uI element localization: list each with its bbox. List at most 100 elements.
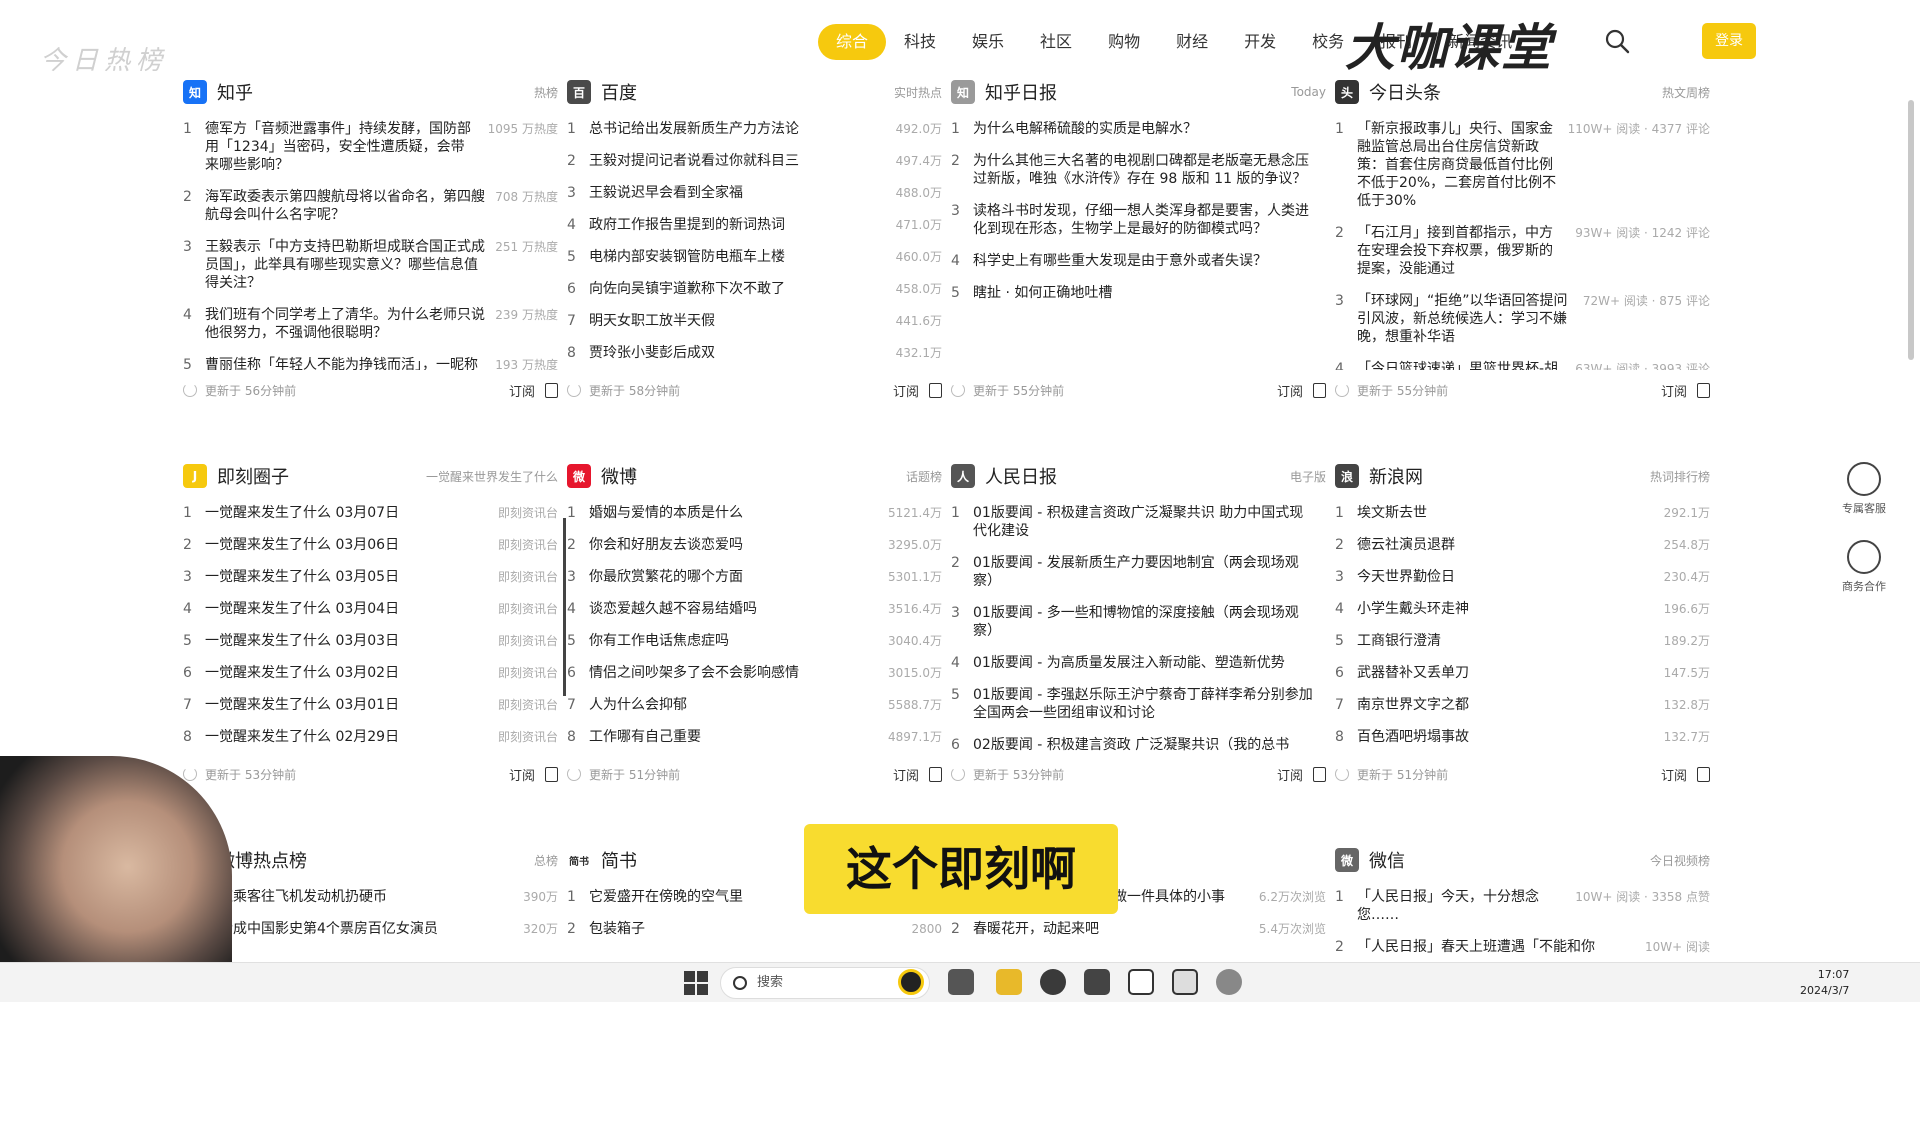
list-item[interactable]: 6 02版要闻 - 积极建言资政 广泛凝聚共识（我的总书 <box>951 736 1326 754</box>
list-item[interactable]: 5 一觉醒来发生了什么 03月03日 即刻资讯台 <box>183 632 558 650</box>
item-title-link[interactable]: 小学生戴头环走神 <box>1357 600 1654 618</box>
refresh-icon[interactable] <box>1335 383 1349 397</box>
notepad-icon[interactable] <box>1172 969 1198 995</box>
document-icon[interactable] <box>1313 382 1326 398</box>
start-menu-icon[interactable] <box>684 971 708 995</box>
nav-tab-finance[interactable]: 财经 <box>1158 24 1226 60</box>
list-item[interactable]: 3 一觉醒来发生了什么 03月05日 即刻资讯台 <box>183 568 558 586</box>
item-title-link[interactable]: 「环球网」“拒绝”以华语回答提问引风波，新总统候选人：学习不嫌晚，想重补华语 <box>1357 292 1573 346</box>
item-title-link[interactable]: 一觉醒来发生了什么 03月03日 <box>205 632 488 650</box>
document-icon[interactable] <box>929 766 942 782</box>
item-title-link[interactable]: 一觉醒来发生了什么 03月01日 <box>205 696 488 714</box>
item-title-link[interactable]: 我们班有个同学考上了清华。为什么老师只说他很努力，不强调他很聪明？ <box>205 306 485 342</box>
item-title-link[interactable]: 明天女职工放半天假 <box>589 312 886 330</box>
item-title-link[interactable]: 王毅表示「中方支持巴勒斯坦成联合国正式成员国」，此举具有哪些现实意义？哪些信息值… <box>205 238 485 292</box>
site-brand[interactable]: 今日热榜 <box>40 40 168 77</box>
item-title-link[interactable]: 情侣之间吵架多了会不会影响感情 <box>589 664 878 682</box>
list-item[interactable]: 2 你会和好朋友去谈恋爱吗 3295.0万 <box>567 536 942 554</box>
item-title-link[interactable]: 工作哪有自己重要 <box>589 728 878 746</box>
item-title-link[interactable]: 一觉醒来发生了什么 03月06日 <box>205 536 488 554</box>
file-explorer-icon[interactable] <box>996 969 1022 995</box>
refresh-icon[interactable] <box>567 767 581 781</box>
list-item[interactable]: 1 为什么电解稀硫酸的实质是电解水？ <box>951 120 1326 138</box>
list-item[interactable]: 4 「今日篮球速递」男篮世界杯-胡金秋20分率队以17:7 中国力克日本取胜 63W… <box>1335 360 1710 370</box>
item-title-link[interactable]: 读格斗书时发现，仔细一想人类浑身都是要害，人类进化到现在形态，生物学上是最好的防… <box>973 202 1316 238</box>
login-button[interactable]: 登录 <box>1702 23 1756 59</box>
item-title-link[interactable]: 总书记给出发展新质生产力方法论 <box>589 120 886 138</box>
item-title-link[interactable]: 一觉醒来发生了什么 02月29日 <box>205 728 488 746</box>
subscribe-button[interactable]: 订阅 <box>1661 381 1687 400</box>
list-item[interactable]: 6 一觉醒来发生了什么 03月02日 即刻资讯台 <box>183 664 558 682</box>
document-icon[interactable] <box>1313 766 1326 782</box>
list-item[interactable]: 1 埃文斯去世 292.1万 <box>1335 504 1710 522</box>
item-title-link[interactable]: 你有工作电话焦虑症吗 <box>589 632 878 650</box>
item-title-link[interactable]: 科学史上有哪些重大发现是由于意外或者失误？ <box>973 252 1316 270</box>
item-title-link[interactable]: 一觉醒来发生了什么 03月07日 <box>205 504 488 522</box>
list-item[interactable]: 3 你最欣赏繁花的哪个方面 5301.1万 <box>567 568 942 586</box>
item-title-link[interactable]: 工商银行澄清 <box>1357 632 1654 650</box>
item-title-link[interactable]: 婚姻与爱情的本质是什么 <box>589 504 878 522</box>
refresh-icon[interactable] <box>1335 767 1349 781</box>
browser-icon[interactable] <box>1040 969 1066 995</box>
list-item[interactable]: 2贾玲成中国影史第4个票房百亿女演员320万 <box>183 920 558 938</box>
item-title-link[interactable]: 埃文斯去世 <box>1357 504 1654 522</box>
list-item[interactable]: 4 我们班有个同学考上了清华。为什么老师只说他很努力，不强调他很聪明？ 239 万热… <box>183 306 558 342</box>
item-title-link[interactable]: 「石江月」接到首都指示，中方在安理会投下弃权票，俄罗斯的提案，没能通过 <box>1357 224 1565 278</box>
item-title-link[interactable]: 政府工作报告里提到的新词热词 <box>589 216 886 234</box>
page-scrollbar[interactable] <box>1908 100 1914 360</box>
item-title-link[interactable]: 「新京报政事儿」央行、国家金融监管总局出台住房信贷新政策：首套住房商贷最低首付比… <box>1357 120 1558 210</box>
task-view-icon[interactable] <box>948 969 974 995</box>
card-title[interactable]: 百度 <box>601 79 894 105</box>
subscribe-button[interactable]: 订阅 <box>893 381 919 400</box>
card-title[interactable]: 今日头条 <box>1369 79 1662 105</box>
business-widget[interactable]: 商务合作 <box>1832 540 1896 594</box>
list-item[interactable]: 2 海军政委表示第四艘航母将以省命名，第四艘航母会叫什么名字呢？ 708 万热度 <box>183 188 558 224</box>
item-title-link[interactable]: 你会和好朋友去谈恋爱吗 <box>589 536 878 554</box>
list-item[interactable]: 1 婚姻与爱情的本质是什么 5121.4万 <box>567 504 942 522</box>
list-item[interactable]: 5 电梯内部安装钢管防电瓶车上楼 460.0万 <box>567 248 942 266</box>
item-title-link[interactable]: 曹丽佳称「年轻人不能为挣钱而活」，一昵称 <box>205 356 485 370</box>
list-item[interactable]: 4 科学史上有哪些重大发现是由于意外或者失误？ <box>951 252 1326 270</box>
item-title-link[interactable]: 南京世界文字之都 <box>1357 696 1654 714</box>
item-title-link[interactable]: 贾玲张小斐彭后成双 <box>589 344 886 362</box>
list-item[interactable]: 7 人为什么会抑郁 5588.7万 <box>567 696 942 714</box>
item-title-link[interactable]: 德云社演员退群 <box>1357 536 1654 554</box>
list-item[interactable]: 2 为什么其他三大名著的电视剧口碑都是老版毫无悬念压过新版，唯独《水浒传》存在 9… <box>951 152 1326 188</box>
item-title-link[interactable]: 贾玲成中国影史第4个票房百亿女演员 <box>205 920 513 938</box>
list-item[interactable]: 3 王毅说迟早会看到全家福 488.0万 <box>567 184 942 202</box>
item-title-link[interactable]: 今天世界勤俭日 <box>1357 568 1654 586</box>
item-title-link[interactable]: 01版要闻 - 发展新质生产力要因地制宜（两会现场观察） <box>973 554 1316 590</box>
item-title-link[interactable]: 一觉醒来发生了什么 03月02日 <box>205 664 488 682</box>
list-item[interactable]: 2 春暖花开，动起来吧 5.4万次浏览 <box>951 920 1326 938</box>
list-item[interactable]: 4 01版要闻 - 为高质量发展注入新动能、塑造新优势 <box>951 654 1326 672</box>
subscribe-button[interactable]: 订阅 <box>893 765 919 784</box>
item-title-link[interactable]: 春暖花开，动起来吧 <box>973 920 1249 938</box>
item-title-link[interactable]: 包装箱子 <box>589 920 901 938</box>
list-item[interactable]: 2 01版要闻 - 发展新质生产力要因地制宜（两会现场观察） <box>951 554 1326 590</box>
refresh-icon[interactable] <box>951 383 965 397</box>
list-item[interactable]: 7 明天女职工放半天假 441.6万 <box>567 312 942 330</box>
card-title[interactable]: 即刻圈子 <box>217 463 426 489</box>
refresh-icon[interactable] <box>183 383 197 397</box>
item-title-link[interactable]: 百色酒吧坍塌事故 <box>1357 728 1654 746</box>
subscribe-button[interactable]: 订阅 <box>1277 765 1303 784</box>
item-title-link[interactable]: 人为什么会抑郁 <box>589 696 878 714</box>
list-item[interactable]: 4 小学生戴头环走神 196.6万 <box>1335 600 1710 618</box>
refresh-icon[interactable] <box>183 767 197 781</box>
card-title[interactable]: 微博热点榜 <box>217 847 534 873</box>
document-icon[interactable] <box>545 766 558 782</box>
list-item[interactable]: 1回应乘客往飞机发动机扔硬币390万 <box>183 888 558 906</box>
store-icon[interactable] <box>1084 969 1110 995</box>
refresh-icon[interactable] <box>951 767 965 781</box>
subscribe-button[interactable]: 订阅 <box>509 765 535 784</box>
item-title-link[interactable]: 王毅说迟早会看到全家福 <box>589 184 886 202</box>
item-title-link[interactable]: 为什么其他三大名著的电视剧口碑都是老版毫无悬念压过新版，唯独《水浒传》存在 98… <box>973 152 1316 188</box>
item-title-link[interactable]: 武器替补又丢单刀 <box>1357 664 1654 682</box>
item-title-link[interactable]: 01版要闻 - 积极建言资政广泛凝聚共识 助力中国式现代化建设 <box>973 504 1316 540</box>
item-title-link[interactable]: 一觉醒来发生了什么 03月04日 <box>205 600 488 618</box>
nav-tab-tech[interactable]: 科技 <box>886 24 954 60</box>
list-item[interactable]: 2 德云社演员退群 254.8万 <box>1335 536 1710 554</box>
list-item[interactable]: 5 你有工作电话焦虑症吗 3040.4万 <box>567 632 942 650</box>
item-title-link[interactable]: 电梯内部安装钢管防电瓶车上楼 <box>589 248 886 266</box>
item-title-link[interactable]: 王毅对提问记者说看过你就科目三 <box>589 152 886 170</box>
